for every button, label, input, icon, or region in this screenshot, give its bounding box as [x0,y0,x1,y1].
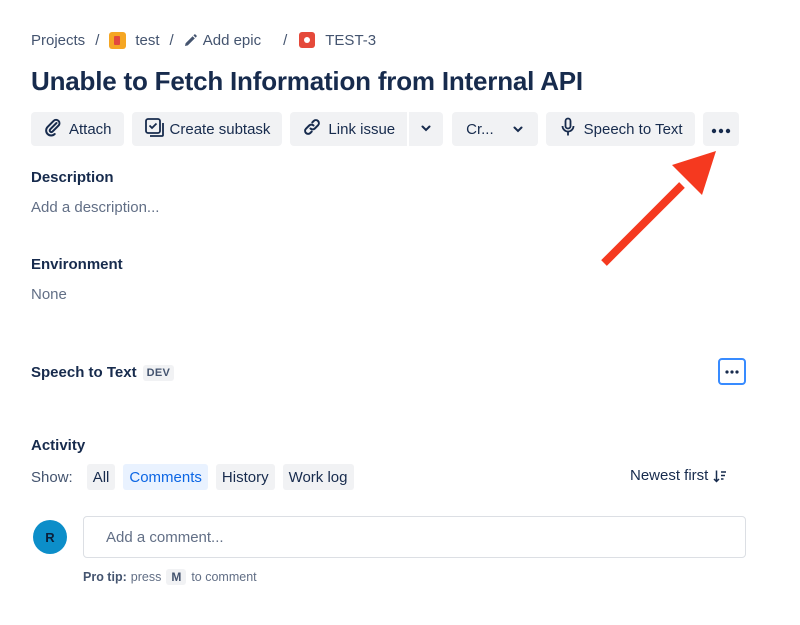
breadcrumb-project[interactable]: test [109,31,160,49]
pro-tip-suffix: to comment [191,570,257,584]
speech-panel-more-button[interactable] [718,358,746,385]
link-issue-dropdown-button[interactable] [407,112,444,146]
speech-panel-header: Speech to Text DEV [31,364,175,381]
annotation-arrow-icon [590,145,725,280]
activity-filter-row: Show: All Comments History Work log [31,464,354,490]
filter-all-button[interactable]: All [86,464,116,490]
create-subtask-button[interactable]: Create subtask [131,112,283,146]
pro-tip-label: Pro tip: [83,570,127,584]
environment-label: Environment [31,256,123,273]
create-subtask-label: Create subtask [169,120,271,138]
microphone-icon [558,117,584,141]
more-icon [725,369,739,374]
more-actions-button[interactable] [702,112,739,146]
create-dropdown-button[interactable]: Cr... [452,112,538,146]
speech-to-text-button[interactable]: Speech to Text [545,112,695,146]
sort-label: Newest first [630,467,709,484]
attach-label: Attach [69,120,112,138]
paperclip-icon [43,117,69,141]
breadcrumb: Projects / test / Add epic / TEST-3 [31,30,376,50]
breadcrumb-issue[interactable]: TEST-3 [299,32,376,49]
subtask-icon [144,117,170,141]
issue-toolbar: Attach Create subtask Link issue Cr... S… [31,112,747,146]
speech-panel-title: Speech to Text [31,364,137,381]
filter-worklog-button[interactable]: Work log [282,464,354,490]
description-field[interactable]: Add a description... [31,199,159,216]
link-issue-split-button: Link issue [290,112,444,146]
speech-to-text-label: Speech to Text [583,120,683,138]
attach-button[interactable]: Attach [31,112,124,146]
pencil-icon [184,33,197,47]
breadcrumb-separator: / [283,31,288,49]
show-label: Show: [31,468,73,486]
chevron-down-icon [512,123,524,135]
chevron-down-icon [420,121,432,138]
description-label: Description [31,169,114,186]
link-issue-button[interactable]: Link issue [290,112,408,146]
breadcrumb-issue-key: TEST-3 [325,31,377,49]
activity-label: Activity [31,437,86,454]
pro-tip: Pro tip: press M to comment [83,569,257,585]
breadcrumb-epic-label: Add epic [202,31,262,49]
breadcrumb-project-label: test [135,31,160,49]
pro-tip-press: press [130,570,162,584]
keyboard-shortcut-key: M [166,569,187,585]
breadcrumb-projects[interactable]: Projects [31,32,85,49]
filter-history-button[interactable]: History [215,464,275,490]
more-icon [711,121,731,138]
avatar[interactable]: R [33,520,67,554]
link-icon [302,117,328,141]
breadcrumb-separator: / [95,31,100,49]
link-issue-label: Link issue [328,120,396,138]
comment-input[interactable] [83,516,746,558]
bug-icon [299,32,316,48]
breadcrumb-add-epic[interactable]: Add epic [184,32,261,49]
issue-title[interactable]: Unable to Fetch Information from Interna… [31,66,583,97]
sort-order-button[interactable]: Newest first [630,467,727,484]
create-dropdown-label: Cr... [466,120,494,138]
breadcrumb-separator: / [169,31,174,49]
filter-comments-button[interactable]: Comments [123,464,208,490]
dev-badge: DEV [142,365,175,381]
project-icon [109,31,127,49]
sort-icon [708,469,727,483]
issue-page: Projects / test / Add epic / TEST-3 Unab… [0,0,800,625]
environment-field[interactable]: None [31,286,67,303]
